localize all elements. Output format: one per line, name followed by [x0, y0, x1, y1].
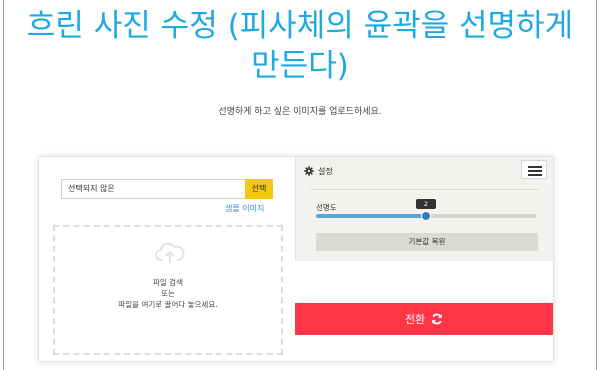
file-picker: 선택되지 않은 선택 [61, 179, 273, 199]
refresh-icon [432, 313, 442, 325]
settings-menu-button[interactable] [521, 160, 547, 179]
sharpness-slider-handle[interactable] [421, 211, 431, 221]
gear-icon [304, 166, 314, 176]
frame-border-right [596, 0, 597, 370]
settings-header: 설정 [304, 163, 333, 179]
drop-zone[interactable]: 파일 검색 또는 파일을 여기로 끌어다 놓으세요. [53, 225, 283, 355]
page-subtitle: 선명하게 하고 싶은 이미지를 업로드하세요. [218, 107, 382, 117]
convert-button[interactable]: 전환 [295, 303, 553, 335]
select-file-button[interactable]: 선택 [245, 179, 273, 199]
settings-panel: 설정 선명도 2 기본값 복원 [295, 157, 553, 261]
convert-label: 전환 [404, 313, 426, 326]
sharpness-slider[interactable]: 2 [316, 199, 536, 221]
page-title: 흐린 사진 수정 (피사체의 윤곽을 선명하게 만든다) [26, 8, 574, 84]
drop-zone-text: 파일 검색 또는 파일을 여기로 끌어다 놓으세요. [55, 277, 281, 310]
cloud-upload-icon [155, 242, 185, 263]
frame-border-left [3, 0, 4, 370]
tool-card: 선택되지 않은 선택 샘플 이미지 파일 검색 또는 파일을 여기로 끌어다 놓… [38, 156, 554, 362]
settings-divider [310, 189, 539, 190]
drag-here-text: 파일을 여기로 끌어다 놓으세요. [118, 300, 218, 309]
browse-files-text[interactable]: 파일 검색 [55, 277, 281, 288]
restore-defaults-button[interactable]: 기본값 복원 [316, 233, 538, 251]
settings-title: 설정 [318, 166, 333, 176]
sharpness-label: 선명도 [316, 203, 337, 212]
or-text: 또는 [161, 289, 175, 298]
hamburger-menu-icon [528, 166, 542, 168]
sample-image-link[interactable]: 샘플 이미지 [225, 203, 264, 214]
sharpness-value-tooltip: 2 [416, 199, 436, 209]
file-name-field[interactable]: 선택되지 않은 [61, 179, 245, 199]
sharpness-slider-fill [316, 214, 426, 218]
